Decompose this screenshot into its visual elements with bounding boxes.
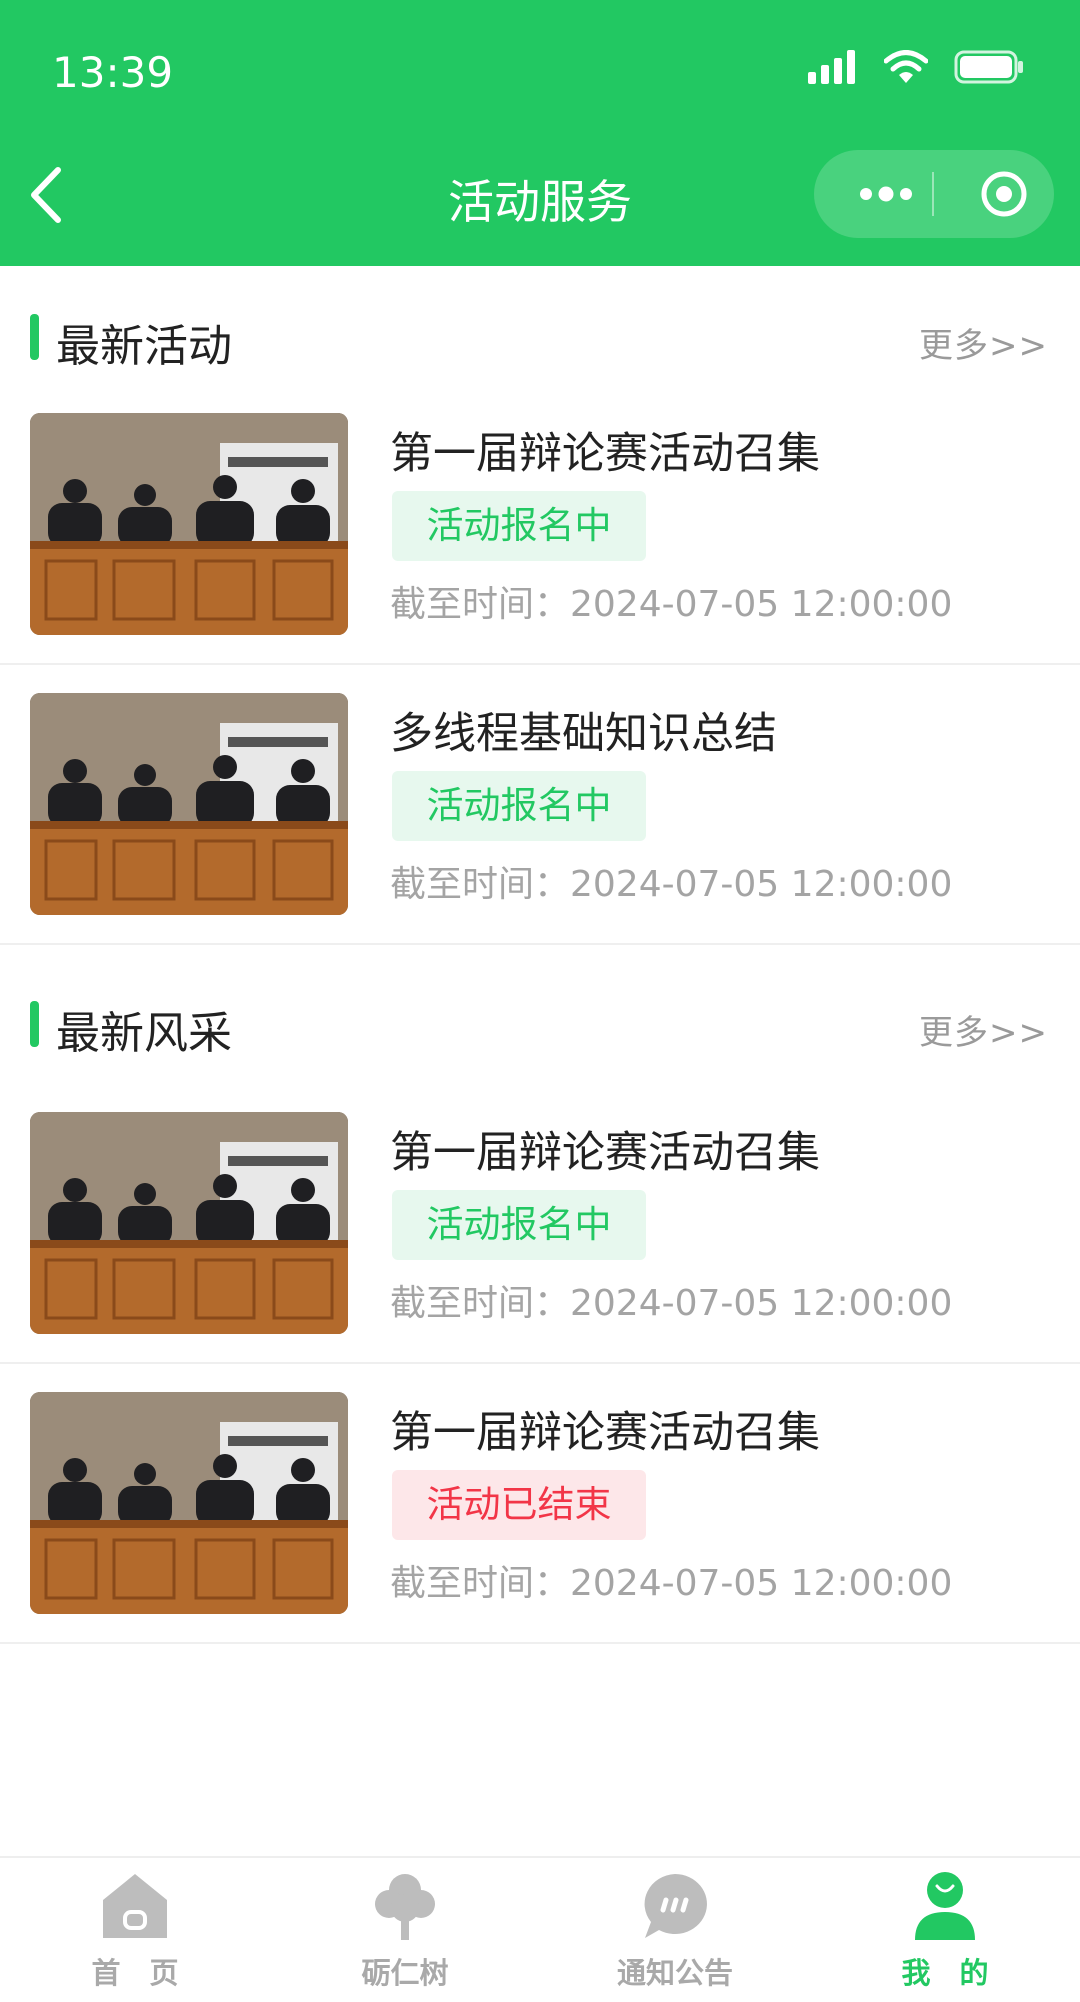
section-latest-activities: 最新活动 更多>> — [0, 298, 1080, 378]
section-title: 最新活动 — [56, 321, 232, 372]
activity-title: 第一届辩论赛活动召集 — [390, 429, 820, 479]
debate-photo — [30, 1392, 348, 1614]
status-badge: 活动报名中 — [392, 1190, 646, 1260]
activity-title: 第一届辩论赛活动召集 — [390, 1408, 820, 1458]
header: 13:39 活动服务 — [0, 0, 1080, 266]
deadline-text: 截至时间：2024-07-05 12:00:00 — [390, 1563, 953, 1604]
deadline-text: 截至时间：2024-07-05 12:00:00 — [390, 864, 953, 905]
tab-notices[interactable]: 通知公告 — [540, 1858, 810, 2002]
activity-title: 多线程基础知识总结 — [390, 709, 777, 759]
tab-label: 首 页 — [91, 1956, 179, 1990]
deadline-text: 截至时间：2024-07-05 12:00:00 — [390, 1283, 953, 1324]
section-title: 最新风采 — [56, 1008, 232, 1059]
section-latest-highlights: 最新风采 更多>> — [0, 985, 1080, 1065]
activity-card[interactable]: 多线程基础知识总结 活动报名中 截至时间：2024-07-05 12:00:00 — [0, 663, 1080, 945]
close-program-button[interactable] — [960, 150, 1048, 238]
battery-icon — [954, 50, 1023, 84]
mini-program-capsule — [814, 150, 1054, 238]
signal-icon — [808, 50, 855, 84]
more-link[interactable]: 更多>> — [919, 1005, 1048, 1054]
capsule-divider — [932, 172, 934, 216]
tab-mine[interactable]: 我 的 — [810, 1858, 1080, 2002]
debate-photo — [30, 693, 348, 915]
deadline-text: 截至时间：2024-07-05 12:00:00 — [390, 584, 953, 625]
tab-label: 通知公告 — [616, 1956, 733, 1990]
tab-tree[interactable]: 砺仁树 — [270, 1858, 540, 2002]
activity-thumbnail — [30, 693, 348, 915]
home-icon — [103, 1874, 167, 1938]
activity-card[interactable]: 第一届辩论赛活动召集 活动报名中 截至时间：2024-07-05 12:00:0… — [0, 383, 1080, 665]
debate-photo — [30, 1112, 348, 1334]
activity-thumbnail — [30, 1112, 348, 1334]
status-icons — [808, 50, 1024, 84]
chat-bubble-icon — [644, 1874, 707, 1938]
activity-card[interactable]: 第一届辩论赛活动召集 活动已结束 截至时间：2024-07-05 12:00:0… — [0, 1362, 1080, 1644]
more-link[interactable]: 更多>> — [919, 318, 1048, 367]
status-badge: 活动已结束 — [392, 1470, 646, 1540]
debate-photo — [30, 413, 348, 635]
status-time: 13:39 — [52, 48, 174, 97]
more-dots-icon — [860, 186, 912, 202]
tab-label: 砺仁树 — [361, 1956, 449, 1990]
tab-home[interactable]: 首 页 — [0, 1858, 270, 2002]
wifi-icon — [884, 50, 928, 83]
activity-title: 第一届辩论赛活动召集 — [390, 1128, 820, 1178]
tab-label: 我 的 — [901, 1956, 989, 1990]
more-menu-button[interactable] — [842, 150, 930, 238]
tree-icon — [375, 1874, 435, 1940]
target-icon — [981, 171, 1027, 217]
status-badge: 活动报名中 — [392, 491, 646, 561]
activity-card[interactable]: 第一届辩论赛活动召集 活动报名中 截至时间：2024-07-05 12:00:0… — [0, 1082, 1080, 1364]
tab-bar: 首 页 砺仁树 通知公告 我 的 — [0, 1856, 1080, 2002]
status-badge: 活动报名中 — [392, 771, 646, 841]
user-icon — [915, 1872, 975, 1940]
activity-thumbnail — [30, 1392, 348, 1614]
section-accent-bar — [30, 1001, 39, 1047]
activity-thumbnail — [30, 413, 348, 635]
section-accent-bar — [30, 314, 39, 360]
